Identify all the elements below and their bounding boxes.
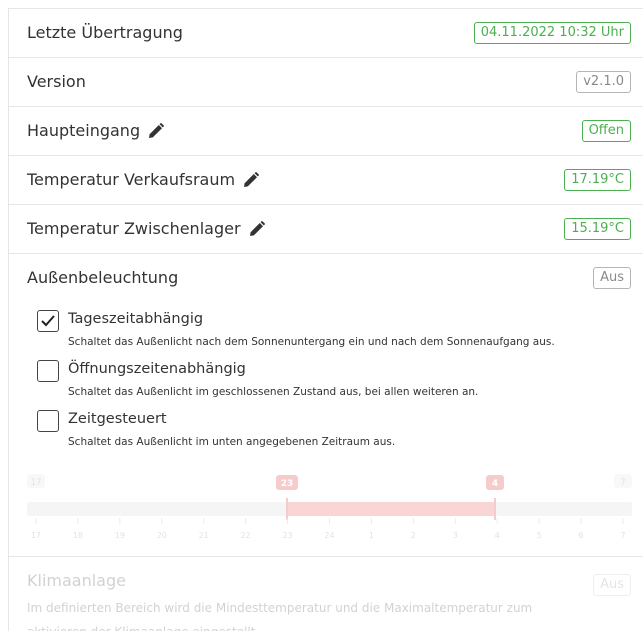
option-description: Schaltet das Außenlicht im unten angegeb… [68,436,396,448]
slider-svg: 17 7 23 4 17 18 19 20 21 22 23 24 1 2 3 4 5 6 7 [27,474,632,540]
checkbox-timed[interactable] [37,410,59,432]
row-label-wrap: Temperatur Zwischenlager [27,219,265,238]
row-label-wrap: Temperatur Verkaufsraum [27,170,260,189]
tick-marks: 17 18 19 20 21 22 23 24 1 2 3 4 5 6 7 [31,518,626,540]
climate-section: Klimaanlage Aus Im definierten Bereich w… [9,559,643,631]
tick-label: 7 [620,531,625,540]
row-label: Haupteingang [27,121,141,140]
tick-label: 24 [324,531,334,540]
option-title: Öffnungszeitenabhängig [68,361,246,377]
tick-label: 23 [282,531,292,540]
tick-label: 2 [411,531,416,540]
tick-label: 20 [157,531,167,540]
start-label: 23 [281,479,294,489]
row-last-transmission: Letzte Übertragung 04.11.2022 10:32 Uhr [9,9,643,58]
version-badge: v2.1.0 [576,71,631,93]
tick-label: 1 [369,531,374,540]
tick-label: 4 [495,531,500,540]
row-temp-salesroom: Temperatur Verkaufsraum 17.19°C [9,156,643,205]
slider-range [286,502,496,516]
tick-label: 6 [579,531,584,540]
outdoor-lighting-section: Außenbeleuchtung Aus Tageszeitabhängig S… [9,254,643,557]
row-temp-storage: Temperatur Zwischenlager 15.19°C [9,205,643,254]
tick-label: 18 [73,531,83,540]
row-version: Version v2.1.0 [9,58,643,107]
option-title: Zeitgesteuert [68,411,167,427]
slider-handle-end [494,498,496,520]
tick-label: 17 [31,531,41,540]
tick-label: 5 [537,531,542,540]
climate-description: Im definierten Bereich wird die Mindestt… [27,601,533,631]
pencil-icon[interactable] [148,122,165,139]
climate-status-badge: Aus [593,574,631,596]
temp-salesroom-badge: 17.19°C [564,169,631,191]
row-label: Letzte Übertragung [27,23,183,42]
option-description: Schaltet das Außenlicht nach dem Sonnenu… [68,336,555,348]
entrance-status-badge: Offen [581,120,631,142]
device-status-panel: Letzte Übertragung 04.11.2022 10:32 Uhr … [8,8,643,631]
option-description: Schaltet das Außenlicht im geschlossenen… [68,386,479,398]
max-label: 7 [620,478,625,488]
checkbox-opening-hours[interactable] [37,360,59,382]
row-label-wrap: Haupteingang [27,121,165,140]
tick-label: 19 [115,531,125,540]
section-title: Außenbeleuchtung [27,268,179,287]
min-label: 17 [31,478,42,488]
option-title: Tageszeitabhängig [68,311,204,327]
tick-label: 21 [199,531,209,540]
row-main-entrance: Haupteingang Offen [9,107,643,156]
last-transmission-badge: 04.11.2022 10:32 Uhr [473,22,631,44]
row-label: Version [27,72,86,91]
time-range-slider[interactable]: 17 7 23 4 17 18 19 20 21 22 23 24 1 2 3 4 5 6 7 [27,474,632,549]
end-label: 4 [492,479,498,489]
row-label: Temperatur Zwischenlager [27,219,241,238]
tick-label: 3 [453,531,458,540]
temp-storage-badge: 15.19°C [564,218,631,240]
tick-label: 22 [241,531,251,540]
pencil-icon[interactable] [249,220,265,237]
climate-title: Klimaanlage [27,571,126,590]
checkbox-daytime[interactable] [37,310,59,332]
lighting-status-badge: Aus [593,267,631,289]
pencil-icon[interactable] [243,171,260,188]
row-label: Temperatur Verkaufsraum [27,170,236,189]
slider-handle-start [286,498,288,520]
